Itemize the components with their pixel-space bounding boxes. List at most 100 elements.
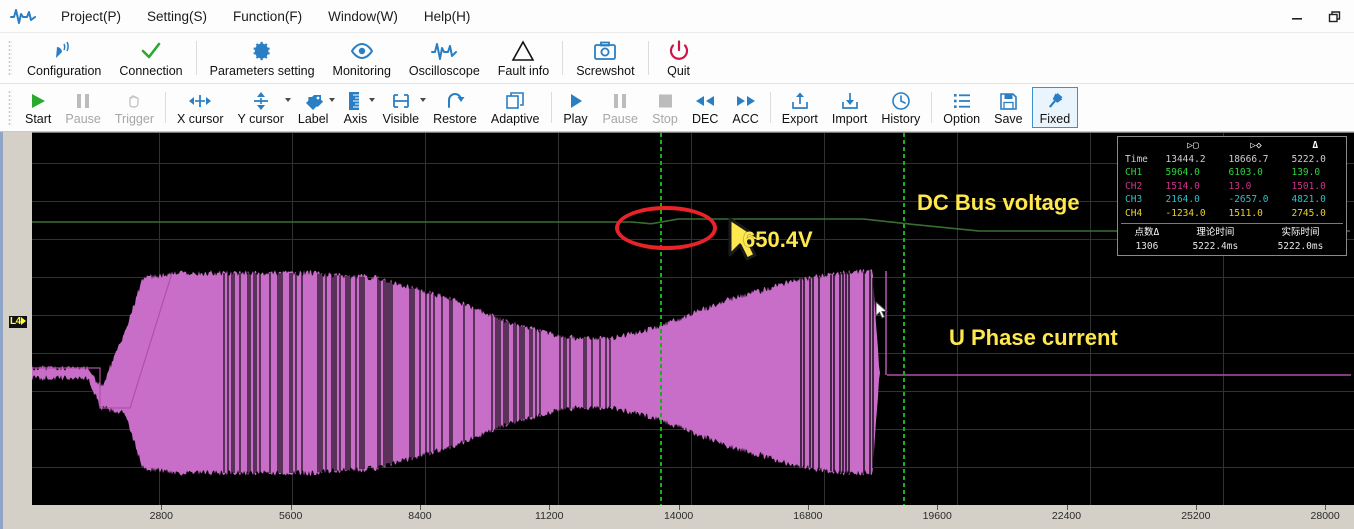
toolbar-button-parameters-setting[interactable]: Parameters setting bbox=[201, 33, 324, 83]
floppy-icon bbox=[999, 90, 1018, 112]
minimize-icon[interactable] bbox=[1286, 6, 1308, 28]
menu-item-window[interactable]: Window(W) bbox=[315, 5, 411, 28]
readout-cell: 139.0 bbox=[1291, 167, 1321, 178]
import-icon bbox=[840, 90, 860, 112]
plot-column: DC Bus voltage 650.4V U Phase current ▷▢… bbox=[32, 132, 1354, 529]
menu-item-function[interactable]: Function(F) bbox=[220, 5, 315, 28]
scope-label-history: History bbox=[881, 112, 921, 126]
toolbar-label-parameters-setting: Parameters setting bbox=[209, 64, 315, 79]
scope-label-export: Export bbox=[781, 112, 818, 126]
scope-button-x-cursor[interactable]: X cursor bbox=[170, 84, 231, 131]
scope-button-start[interactable]: Start bbox=[18, 84, 58, 131]
menu-item-setting[interactable]: Setting(S) bbox=[134, 5, 220, 28]
footer-header-theoretical-time: 理论时间 bbox=[1196, 227, 1235, 238]
footer-value-point-count: 1306 bbox=[1135, 240, 1159, 252]
x-axis-tick-label: 11200 bbox=[535, 510, 564, 522]
eye-icon bbox=[350, 39, 374, 63]
x-axis-tick-label: 8400 bbox=[408, 510, 432, 522]
waveform-canvas[interactable]: DC Bus voltage 650.4V U Phase current ▷▢… bbox=[32, 132, 1354, 505]
table-row: CH3 2164.0 -2657.0 4821.0 bbox=[1121, 193, 1343, 207]
toolbar-button-monitoring[interactable]: Monitoring bbox=[324, 33, 400, 83]
toolbar-button-connection[interactable]: Connection bbox=[110, 33, 191, 83]
readout-cell: 5222.0 bbox=[1291, 153, 1326, 165]
toolbar-button-quit[interactable]: Quit bbox=[653, 33, 705, 83]
restore-icon[interactable] bbox=[1324, 6, 1346, 28]
pause-icon bbox=[74, 90, 92, 112]
scope-button-stop[interactable]: Stop bbox=[645, 84, 685, 131]
scope-button-label[interactable]: Label bbox=[291, 84, 336, 131]
scope-label-option: Option bbox=[943, 112, 981, 126]
toolbar-button-configuration[interactable]: Configuration bbox=[18, 33, 110, 83]
scope-separator bbox=[769, 92, 771, 123]
toolbar-label-fault-info: Fault info bbox=[497, 64, 550, 79]
scope-button-trigger[interactable]: Trigger bbox=[108, 84, 161, 131]
table-row: CH2 1514.0 13.0 1501.0 bbox=[1121, 180, 1343, 194]
scope-button-export[interactable]: Export bbox=[775, 84, 825, 131]
menu-item-help[interactable]: Help(H) bbox=[411, 5, 484, 28]
y-cursor-icon bbox=[252, 90, 270, 112]
scope-button-dec[interactable]: DEC bbox=[685, 84, 725, 131]
toolbar-label-oscilloscope: Oscilloscope bbox=[408, 64, 480, 79]
power-icon bbox=[668, 39, 690, 63]
readout-row-label: CH3 bbox=[1125, 194, 1143, 205]
x-axis-tick-label: 22400 bbox=[1051, 510, 1082, 522]
readout-footer-value-row: 1306 5222.4ms 5222.0ms bbox=[1121, 240, 1343, 254]
footer-header-point-count: 点数Δ bbox=[1134, 227, 1160, 238]
waveform-icon bbox=[10, 5, 36, 27]
warning-triangle-icon bbox=[511, 39, 535, 63]
readout-cell: 5964.0 bbox=[1165, 167, 1200, 178]
table-row: Time 13444.2 18666.7 5222.0 bbox=[1121, 153, 1343, 167]
readout-cell: 1511.0 bbox=[1228, 207, 1263, 219]
scope-toolbar-grip[interactable] bbox=[8, 89, 12, 126]
export-icon bbox=[790, 90, 810, 112]
pause-icon bbox=[611, 90, 629, 112]
scope-label-import: Import bbox=[831, 112, 868, 126]
scope-button-history[interactable]: History bbox=[874, 84, 927, 131]
scope-button-fixed[interactable]: Fixed bbox=[1031, 87, 1079, 128]
fit-window-icon bbox=[505, 90, 525, 112]
scope-button-pause2[interactable]: Pause bbox=[596, 84, 645, 131]
scope-label-start: Start bbox=[25, 112, 52, 126]
play-icon bbox=[567, 90, 585, 112]
tag-icon bbox=[303, 90, 324, 112]
scope-button-restore[interactable]: Restore bbox=[426, 84, 484, 131]
toolbar-separator bbox=[562, 41, 564, 75]
toolbar-label-screwshot: Screwshot bbox=[576, 64, 635, 79]
undo-arrow-icon bbox=[445, 90, 465, 112]
x-axis-tick-label: 25200 bbox=[1181, 510, 1211, 522]
toolbar-button-oscilloscope[interactable]: Oscilloscope bbox=[400, 33, 489, 83]
mouse-cursor-icon bbox=[875, 301, 889, 319]
scope-label-label: Label bbox=[297, 112, 329, 126]
scope-button-option[interactable]: Option bbox=[936, 84, 987, 131]
toolbar-button-screwshot[interactable]: Screwshot bbox=[567, 33, 643, 83]
scope-button-y-cursor[interactable]: Y cursor bbox=[231, 84, 291, 131]
clock-icon bbox=[891, 90, 911, 112]
scope-label-stop: Stop bbox=[652, 112, 678, 126]
scope-separator bbox=[550, 92, 552, 123]
y-cursor-handle-l4[interactable]: L4 bbox=[9, 316, 27, 328]
scope-button-save[interactable]: Save bbox=[987, 84, 1030, 131]
delta-icon: Δ bbox=[1312, 140, 1319, 151]
scope-button-adaptive[interactable]: Adaptive bbox=[484, 84, 547, 131]
fastforward-icon bbox=[734, 90, 758, 112]
x-axis[interactable]: 2800 5600 8400 11200 14000 16800 19600 22400 252… bbox=[32, 505, 1354, 529]
scope-button-import[interactable]: Import bbox=[825, 84, 874, 131]
scope-button-visible[interactable]: Visible bbox=[375, 84, 427, 131]
scope-button-axis[interactable]: Axis bbox=[335, 84, 376, 131]
readout-cell: 4821.0 bbox=[1291, 194, 1326, 205]
scope-button-pause[interactable]: Pause bbox=[58, 84, 107, 131]
toolbar-button-fault-info[interactable]: Fault info bbox=[489, 33, 558, 83]
menu-item-project[interactable]: Project(P) bbox=[48, 5, 134, 28]
time-cursor-2[interactable] bbox=[903, 133, 905, 505]
scope-button-acc[interactable]: ACC bbox=[725, 84, 765, 131]
stop-square-icon bbox=[656, 90, 674, 112]
readout-row-label: CH4 bbox=[1125, 207, 1143, 219]
dc-bus-voltage-label: DC Bus voltage bbox=[917, 189, 1080, 215]
time-cursor-1[interactable] bbox=[660, 133, 662, 505]
scope-label-trigger: Trigger bbox=[114, 112, 154, 126]
scope-label-acc: ACC bbox=[732, 112, 759, 126]
scope-button-play[interactable]: Play bbox=[556, 84, 596, 131]
toolbar-grip[interactable] bbox=[8, 40, 12, 77]
readout-cell: 13444.2 bbox=[1165, 153, 1206, 165]
readout-values-table: ▷▢ ▷◇ Δ Time 13444.2 18666.7 5222.0 CH1 bbox=[1121, 139, 1343, 220]
